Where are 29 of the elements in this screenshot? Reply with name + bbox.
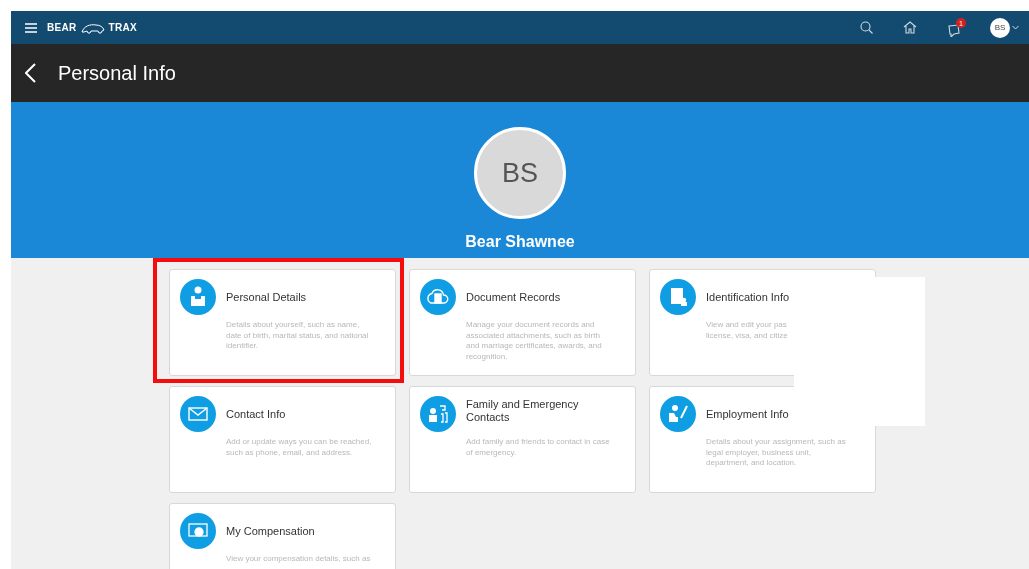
card-title: Personal Details: [226, 290, 308, 304]
money-icon: [180, 513, 216, 549]
home-icon[interactable]: [903, 21, 917, 34]
menu-icon[interactable]: [25, 22, 37, 33]
info-card[interactable]: My Compensation View your compensation details, such as: [169, 503, 396, 569]
card-description: Manage your document records and associated attachments, such as birth and marriage certificates, awards, and recognition.: [466, 320, 603, 363]
card-title: Document Records: [466, 290, 562, 304]
person-icon: [180, 279, 216, 315]
back-icon[interactable]: [25, 63, 36, 83]
mail-icon: [180, 396, 216, 432]
card-description: View your compensation details, such as: [226, 554, 372, 565]
card-title: Contact Info: [226, 407, 287, 421]
brand-text: BEAR: [47, 22, 77, 33]
chevron-down-icon: [1012, 25, 1019, 30]
page-title: Personal Info: [58, 61, 176, 85]
info-card[interactable]: Document Records Manage your document records and associated attachments, such as birth and marriage certificates, awards, and recognition.: [409, 269, 636, 376]
card-title: Family and Emergency Contacts: [466, 398, 580, 424]
card-title: Employment Info: [706, 407, 790, 421]
profile-name: Bear Shawnee: [465, 233, 575, 251]
bear-logo-icon: [80, 21, 105, 34]
cloud-icon: [420, 279, 456, 315]
card-title: Identification Info: [706, 290, 791, 304]
employment-icon: [660, 396, 696, 432]
family-icon: [420, 396, 456, 432]
id-icon: [660, 279, 696, 315]
avatar: BS: [474, 127, 566, 219]
card-title: My Compensation: [226, 524, 316, 538]
search-icon[interactable]: [860, 21, 873, 34]
brand-text: TRAX: [108, 22, 137, 33]
